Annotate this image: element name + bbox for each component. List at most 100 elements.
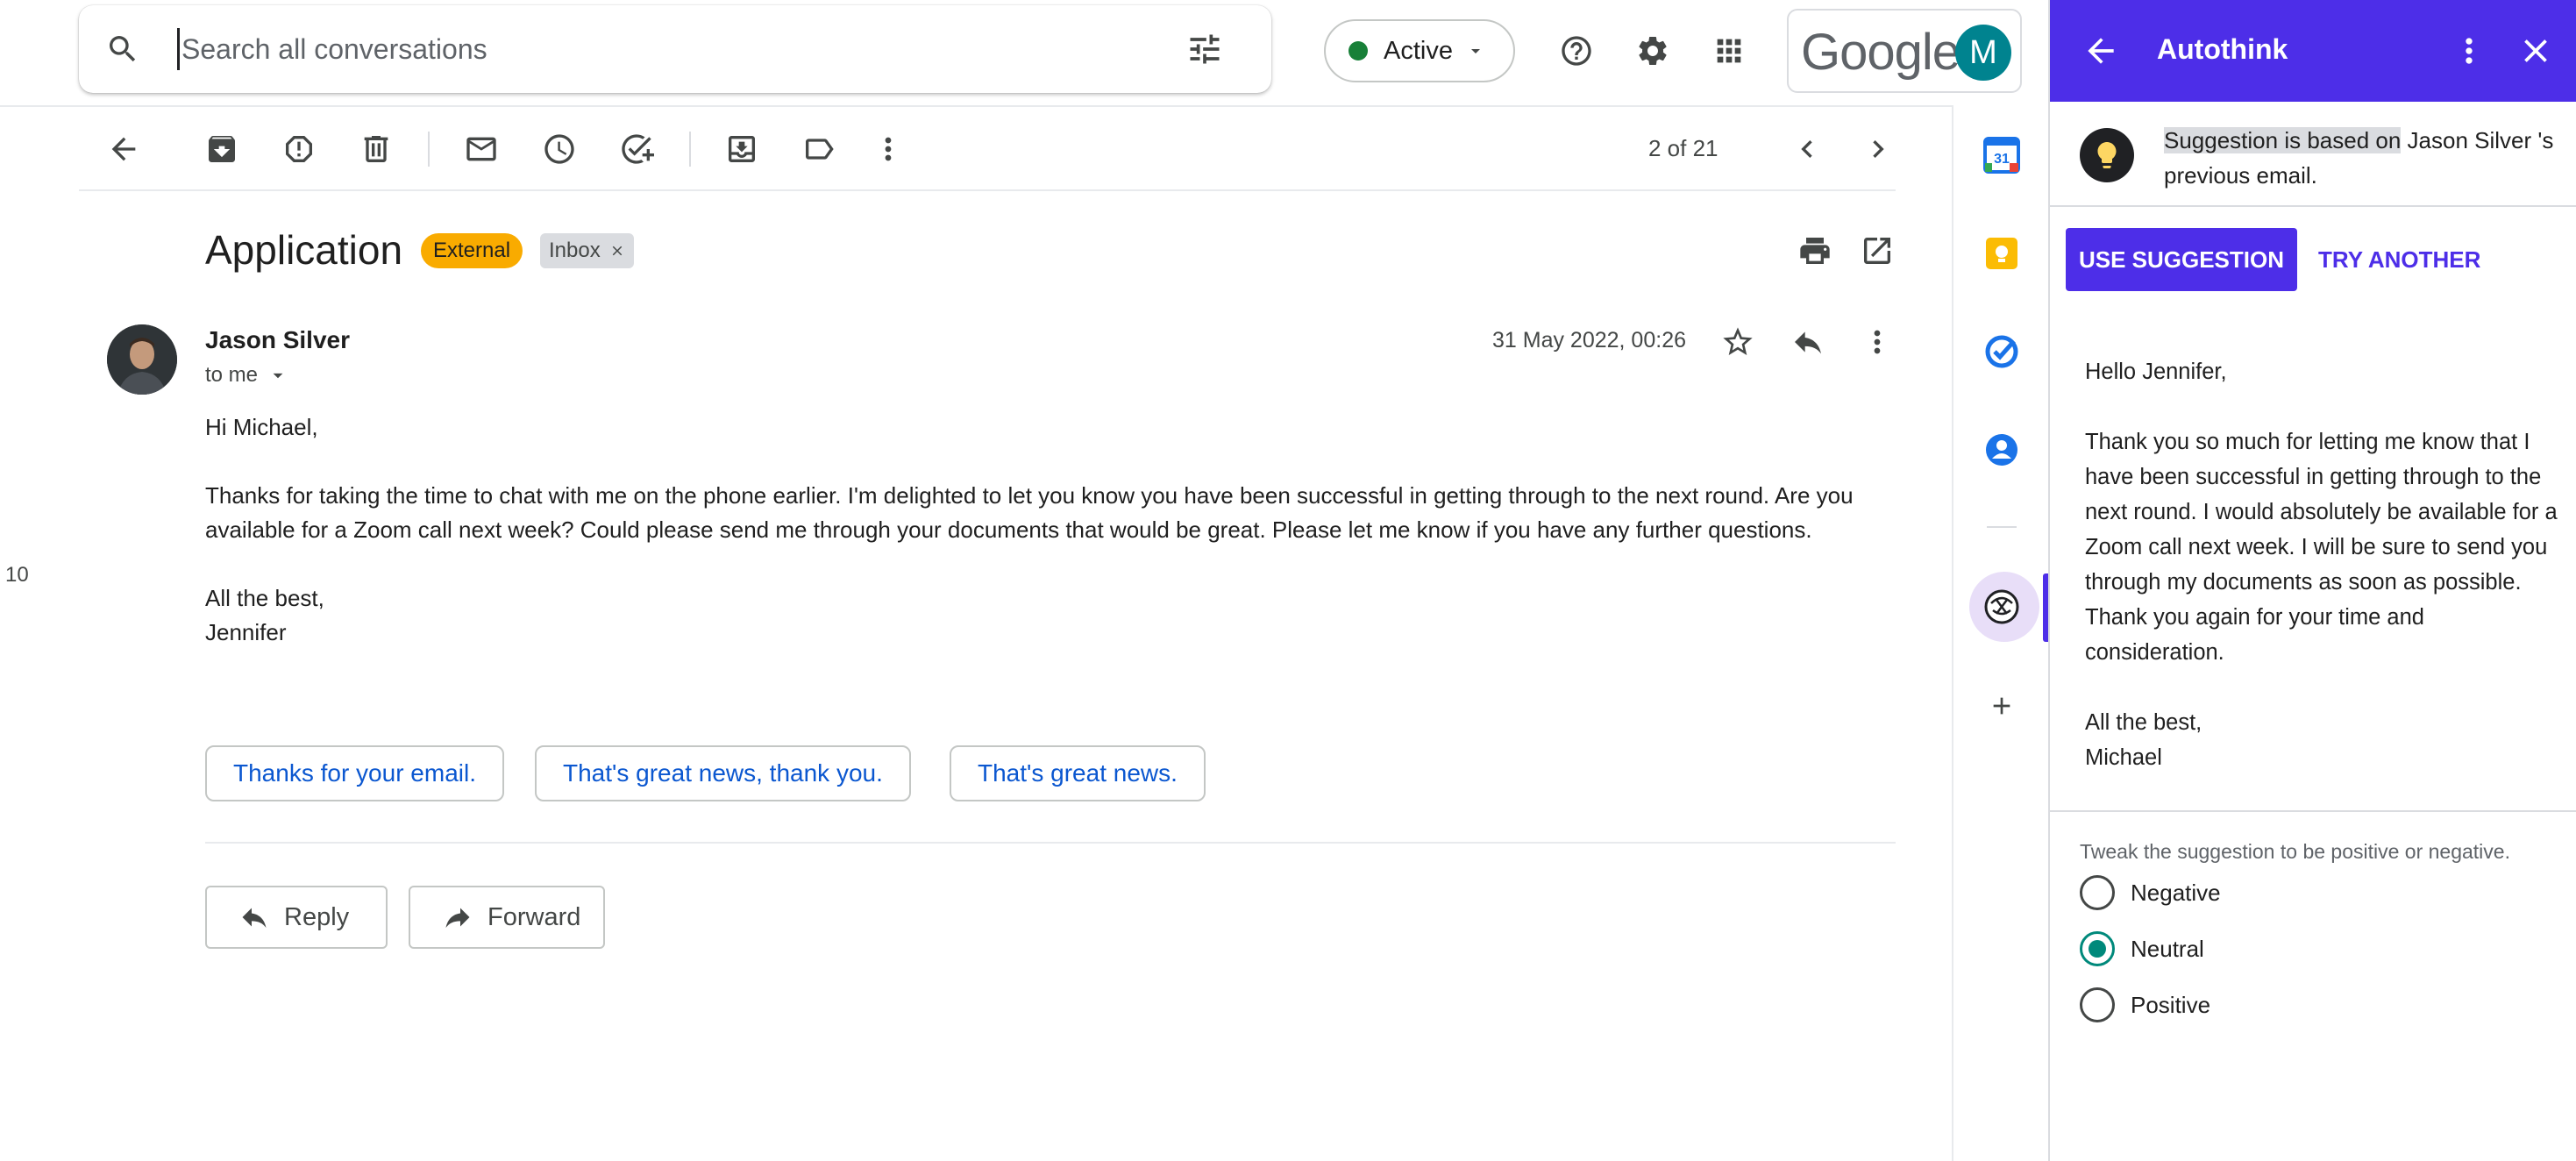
chevron-down-icon — [1465, 40, 1486, 61]
addon-rail-divider — [1952, 105, 1953, 1161]
panel-back-arrow-icon[interactable] — [2081, 32, 2120, 70]
settings-gear-icon[interactable] — [1628, 26, 1677, 75]
panel-divider — [2050, 205, 2576, 207]
panel-header: Autothink — [2050, 0, 2576, 102]
tone-hint: Tweak the suggestion to be positive or n… — [2080, 840, 2510, 863]
sender-name: Jason Silver — [205, 326, 350, 353]
chevron-down-icon — [267, 364, 289, 387]
apps-grid-icon[interactable] — [1704, 26, 1754, 75]
panel-title: Autothink — [2157, 33, 2288, 65]
forward-button[interactable]: Forward — [409, 886, 605, 949]
forward-label: Forward — [487, 902, 581, 931]
header-divider — [0, 105, 1953, 107]
smart-reply-chip[interactable]: That's great news, thank you. — [535, 745, 911, 801]
toolbar-separator — [689, 132, 691, 167]
suggestion-signoff: All the best, — [2085, 710, 2202, 735]
google-logo: Google — [1801, 24, 1960, 81]
newer-chevron-left-icon[interactable] — [1783, 125, 1832, 174]
autothink-panel: Autothink Suggestion is based on Jason S… — [2048, 0, 2576, 1161]
label-tag-icon[interactable] — [794, 125, 843, 174]
delete-trash-icon[interactable] — [352, 125, 401, 174]
account-switcher[interactable]: Google M — [1787, 9, 2022, 93]
account-avatar[interactable]: M — [1955, 25, 2011, 81]
sender-avatar[interactable] — [107, 324, 177, 395]
use-suggestion-button[interactable]: USE SUGGESTION — [2066, 228, 2297, 291]
email-signature: Jennifer — [205, 619, 287, 645]
email-subject: Application — [205, 227, 403, 273]
email-body: Hi Michael, Thanks for taking the time t… — [205, 410, 1889, 650]
toolbar-separator — [428, 132, 430, 167]
suggestion-signature: Michael — [2085, 745, 2162, 770]
label-inbox-text: Inbox — [549, 239, 601, 262]
reply-arrow-icon[interactable] — [1783, 317, 1832, 367]
tone-label: Negative — [2131, 879, 2221, 906]
open-new-window-icon[interactable] — [1853, 226, 1902, 275]
status-dropdown[interactable]: Active — [1324, 19, 1515, 82]
help-icon[interactable] — [1552, 26, 1601, 75]
mark-unread-mail-icon[interactable] — [457, 125, 506, 174]
reply-divider — [205, 842, 1896, 844]
suggestion-source-highlight: Suggestion is based on — [2164, 127, 2402, 153]
pagination-count: 2 of 21 — [1648, 135, 1719, 161]
panel-divider — [2050, 810, 2576, 812]
message-more-vertical-icon[interactable] — [1853, 317, 1902, 367]
add-task-icon[interactable] — [612, 125, 661, 174]
search-input[interactable] — [177, 28, 1124, 70]
email-paragraph: Thanks for taking the time to chat with … — [205, 482, 1854, 543]
older-chevron-right-icon[interactable] — [1854, 125, 1903, 174]
panel-more-vertical-icon[interactable] — [2450, 32, 2488, 70]
recipient-details-toggle[interactable]: to me — [205, 363, 289, 388]
margin-number: 10 — [5, 563, 29, 587]
print-icon[interactable] — [1790, 226, 1839, 275]
reply-button[interactable]: Reply — [205, 886, 388, 949]
radio-button-selected[interactable] — [2080, 931, 2115, 966]
star-icon[interactable] — [1713, 317, 1762, 367]
tone-label: Neutral — [2131, 935, 2204, 962]
snooze-clock-icon[interactable] — [535, 125, 584, 174]
tone-radio-neutral[interactable]: Neutral — [2080, 928, 2204, 970]
search-bar[interactable] — [79, 5, 1271, 93]
tasks-icon[interactable] — [1978, 328, 2025, 375]
suggestion-source-note: Suggestion is based on Jason Silver 's p… — [2164, 123, 2558, 193]
search-options-icon[interactable] — [1185, 30, 1224, 68]
panel-close-icon[interactable] — [2516, 32, 2555, 70]
archive-icon[interactable] — [197, 125, 246, 174]
toolbar-divider — [79, 189, 1896, 191]
smart-reply-chip[interactable]: That's great news. — [950, 745, 1206, 801]
email-greeting: Hi Michael, — [205, 414, 318, 440]
remove-label-close-icon[interactable] — [609, 243, 625, 259]
forward-arrow-icon — [442, 901, 473, 933]
more-vertical-icon[interactable] — [864, 125, 913, 174]
suggestion-greeting: Hello Jennifer, — [2085, 360, 2227, 384]
status-label: Active — [1384, 36, 1453, 65]
try-another-button[interactable]: TRY ANOTHER — [2318, 228, 2480, 291]
keep-notes-icon[interactable] — [1978, 230, 2025, 277]
label-inbox-chip[interactable]: Inbox — [540, 233, 634, 268]
tone-radio-negative[interactable]: Negative — [2080, 872, 2221, 914]
radio-button[interactable] — [2080, 987, 2115, 1022]
calendar-icon[interactable]: 31 — [1978, 132, 2025, 179]
back-arrow-icon[interactable] — [99, 125, 148, 174]
suggested-reply-text: Hello Jennifer, Thank you so much for le… — [2085, 354, 2558, 775]
tone-radio-positive[interactable]: Positive — [2080, 984, 2210, 1026]
autothink-addon-icon[interactable] — [1978, 583, 2025, 630]
label-external-badge: External — [421, 233, 523, 268]
move-to-icon[interactable] — [717, 125, 766, 174]
status-dot — [1348, 41, 1368, 61]
smart-reply-chip[interactable]: Thanks for your email. — [205, 745, 504, 801]
radio-button[interactable] — [2080, 875, 2115, 910]
contacts-icon[interactable] — [1978, 426, 2025, 474]
rail-divider — [1987, 526, 2017, 528]
reply-label: Reply — [284, 902, 350, 931]
reply-arrow-icon — [238, 901, 270, 933]
suggestion-paragraph: Thank you so much for letting me know th… — [2085, 430, 2558, 665]
report-spam-icon[interactable] — [274, 125, 324, 174]
email-signoff: All the best, — [205, 585, 324, 611]
tone-label: Positive — [2131, 991, 2211, 1018]
email-date: 31 May 2022, 00:26 — [1492, 328, 1686, 353]
search-icon[interactable] — [105, 32, 140, 67]
calendar-day: 31 — [1994, 152, 2010, 167]
add-addon-plus-icon[interactable] — [1978, 682, 2025, 730]
lightbulb-icon — [2080, 128, 2134, 182]
recipient-label: to me — [205, 363, 259, 387]
